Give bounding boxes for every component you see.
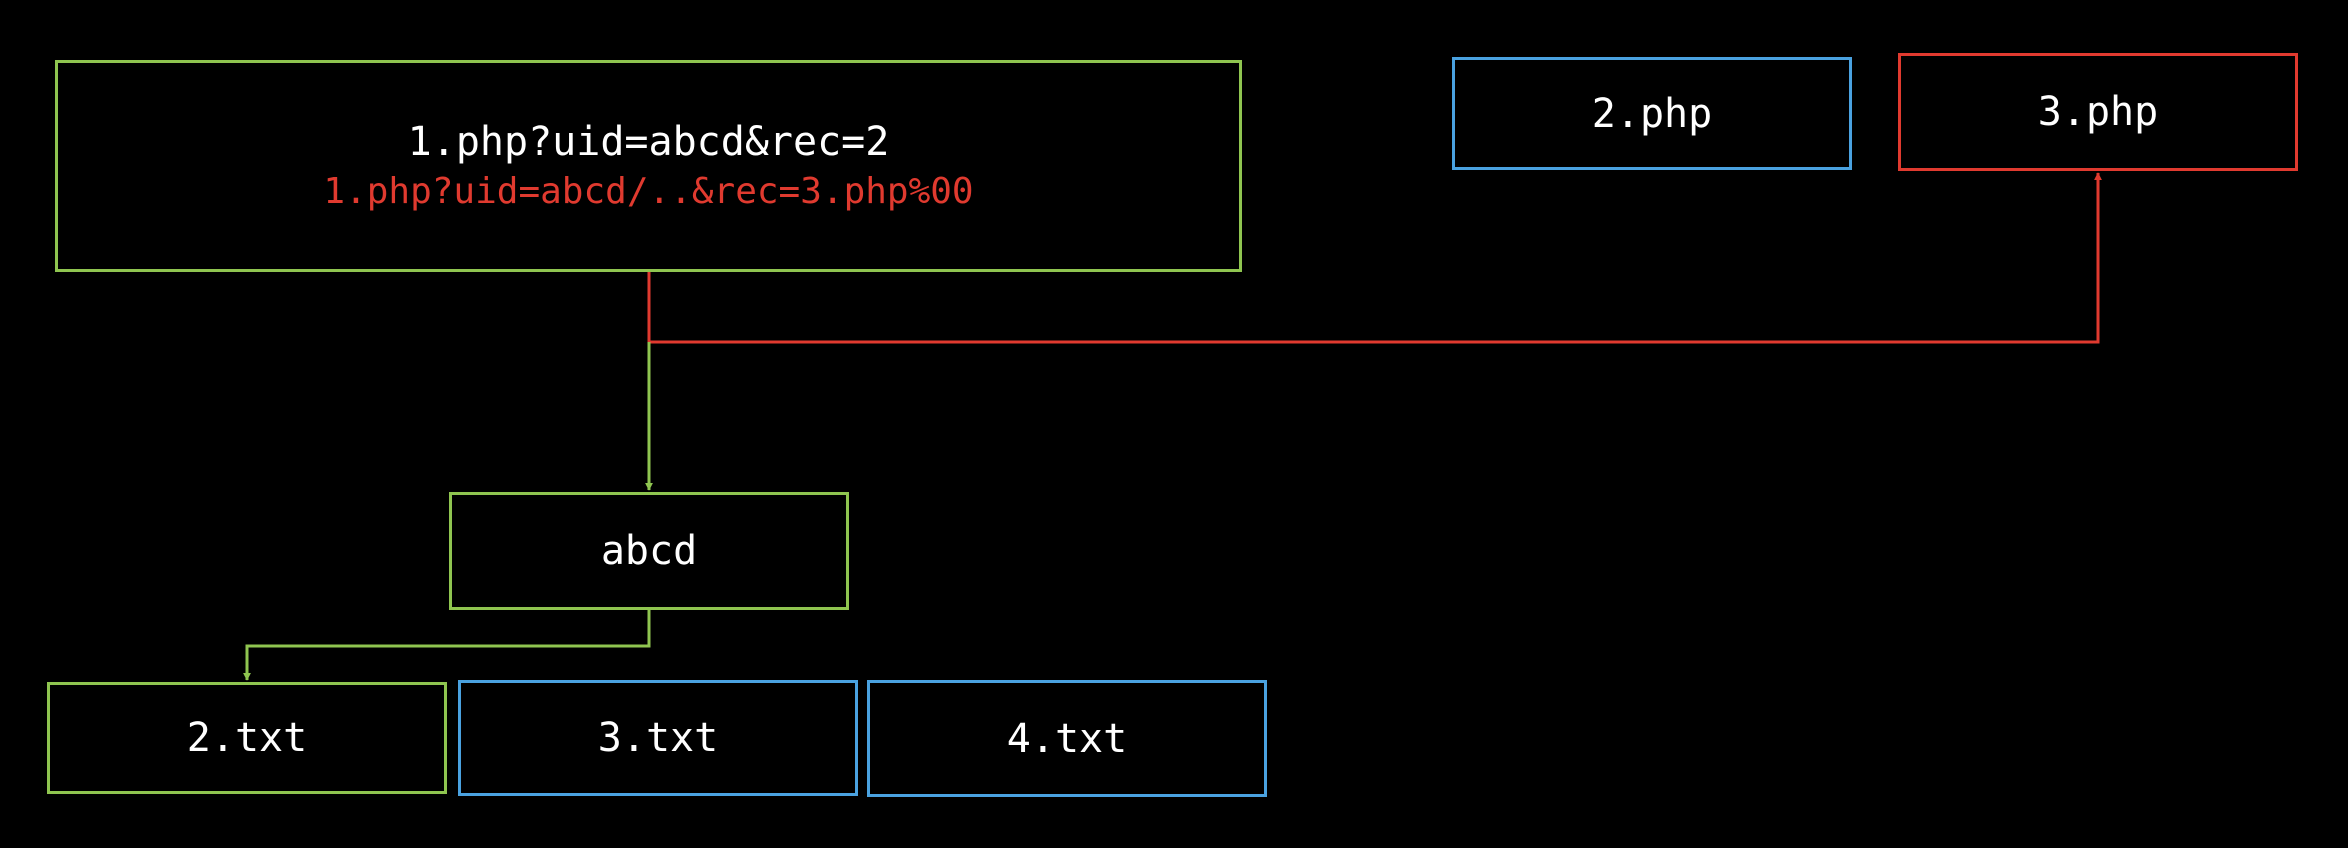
attack-request-label: 1.php?uid=abcd/..&rec=3.php%00 <box>323 171 974 213</box>
file-3txt-node: 3.txt <box>458 680 858 796</box>
file-2php-label: 2.php <box>1591 90 1713 137</box>
file-2php-node: 2.php <box>1452 57 1852 170</box>
file-2txt-node: 2.txt <box>47 682 447 794</box>
diagram-canvas: 1.php?uid=abcd&rec=2 1.php?uid=abcd/..&r… <box>0 0 2348 848</box>
file-4txt-node: 4.txt <box>867 680 1267 797</box>
request-node: 1.php?uid=abcd&rec=2 1.php?uid=abcd/..&r… <box>55 60 1242 272</box>
file-3txt-label: 3.txt <box>597 715 719 761</box>
dir-abcd-node: abcd <box>449 492 849 610</box>
normal-request-label: 1.php?uid=abcd&rec=2 <box>407 119 890 166</box>
dir-abcd-label: abcd <box>600 528 698 574</box>
file-4txt-label: 4.txt <box>1006 715 1128 762</box>
abcd-to-2txt-connector <box>243 610 651 681</box>
file-3php-node: 3.php <box>1898 53 2298 171</box>
file-2txt-label: 2.txt <box>186 715 308 761</box>
file-3php-label: 3.php <box>2037 89 2159 135</box>
